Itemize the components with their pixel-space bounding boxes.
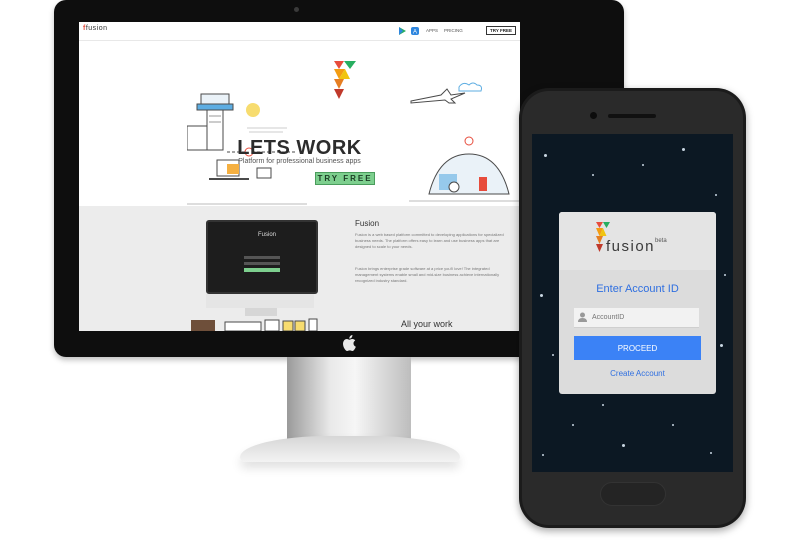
preview-button <box>244 268 280 272</box>
camera-icon <box>294 7 299 12</box>
nav-try-free-button[interactable]: TRY FREE <box>485 26 516 35</box>
user-icon <box>578 312 587 322</box>
office-items-illustration <box>191 318 318 331</box>
monitor-stand <box>287 357 411 444</box>
star <box>720 344 723 347</box>
phone-speaker <box>608 114 656 118</box>
hero-subtitle: Platform for professional business apps <box>238 158 361 165</box>
preview-input-2 <box>244 262 280 265</box>
create-account-link[interactable]: Create Account <box>559 369 716 378</box>
star <box>540 294 543 297</box>
svg-text:A: A <box>413 29 417 35</box>
app-store-icon[interactable]: A <box>411 27 419 35</box>
star <box>682 148 685 151</box>
laptop-preview-chin <box>206 294 314 308</box>
star <box>552 354 554 356</box>
star <box>724 274 726 276</box>
preview-input-1 <box>244 256 280 259</box>
star <box>672 424 674 426</box>
star <box>622 444 625 447</box>
about-title: Fusion <box>355 219 380 228</box>
star <box>642 164 644 166</box>
about-paragraph-2: Fusion brings enterprise grade software … <box>355 266 500 283</box>
proceed-button[interactable]: PROCEED <box>574 336 701 360</box>
star <box>542 454 544 456</box>
laptop-preview: Fusion <box>206 220 318 294</box>
nav-link-pricing[interactable]: PRICING <box>444 28 463 33</box>
phone-home-button[interactable] <box>600 482 666 506</box>
nav-link-apps[interactable]: APPS <box>426 28 438 33</box>
hero-section: LETS WORK Platform for professional busi… <box>79 41 520 207</box>
app-brand: fusion <box>606 238 656 255</box>
monitor-base <box>240 436 460 462</box>
website-screen: ffusion A APPS PRICING TRY FREE LETS WOR… <box>79 22 520 331</box>
section3-title: All your work <box>401 319 453 329</box>
star <box>592 174 594 176</box>
beta-label: beta <box>655 238 667 244</box>
login-heading: Enter Account ID <box>596 283 679 295</box>
front-camera-icon <box>590 112 597 119</box>
star <box>602 404 604 406</box>
hero-title: LETS WORK <box>237 137 362 159</box>
about-paragraph-1: Fusion is a web based platform committed… <box>355 232 504 249</box>
hero-try-free-button[interactable]: TRY FREE <box>315 172 375 185</box>
site-logo-text: fusion <box>85 25 108 32</box>
star <box>544 154 547 157</box>
site-navbar: ffusion A APPS PRICING TRY FREE <box>79 22 520 41</box>
preview-brand: Fusion <box>258 232 277 238</box>
star <box>715 194 717 196</box>
fusion-logo-mark <box>334 61 356 99</box>
site-logo[interactable]: ffusion <box>83 25 108 32</box>
star <box>710 452 712 454</box>
laptop-preview-stand <box>245 308 277 316</box>
star <box>572 424 574 426</box>
play-store-icon[interactable] <box>398 27 406 35</box>
apple-icon <box>343 335 356 351</box>
account-id-input[interactable] <box>592 311 696 324</box>
